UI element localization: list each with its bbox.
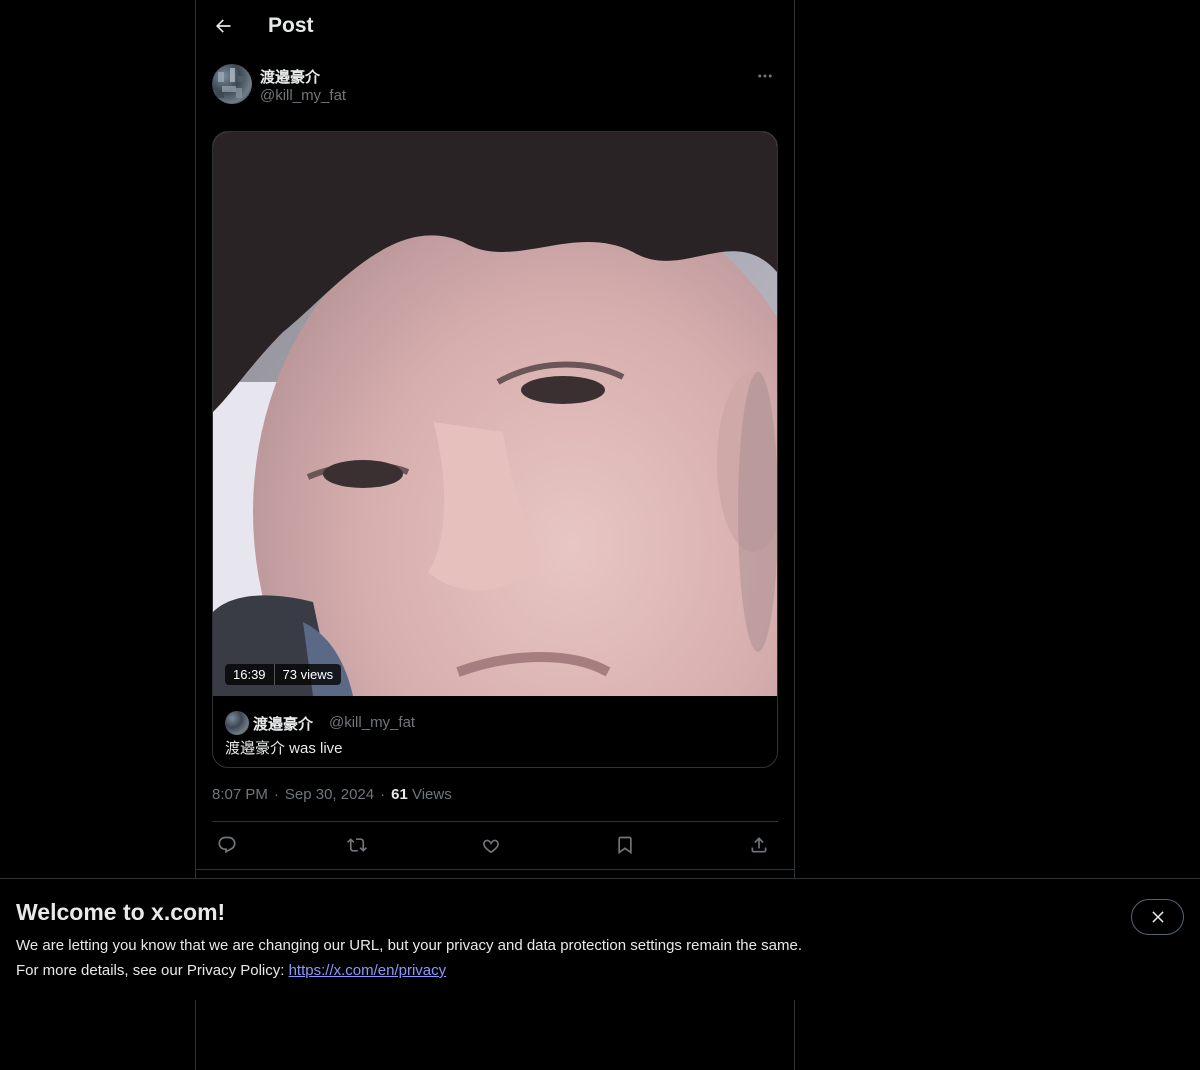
views-count: 61 <box>391 786 408 803</box>
views-badge: 73 views <box>274 664 342 685</box>
share-icon <box>751 837 767 853</box>
post-author: 渡邉豪介 @kill_my_fat <box>212 64 780 108</box>
post-metadata: 8:07 PM · Sep 30, 2024 · 61 Views <box>212 786 452 803</box>
post-date[interactable]: Sep 30, 2024 <box>285 786 374 803</box>
like-button[interactable] <box>476 830 506 860</box>
avatar[interactable] <box>212 64 252 104</box>
banner-privacy-line: For more details, see our Privacy Policy… <box>16 962 446 979</box>
banner-message: We are letting you know that we are chan… <box>16 937 802 954</box>
heart-icon <box>483 839 499 854</box>
video-badges: 16:39 73 views <box>225 664 342 685</box>
banner-privacy-prefix: For more details, see our Privacy Policy… <box>16 962 289 979</box>
close-banner-button[interactable] <box>1131 899 1184 935</box>
live-broadcast-card[interactable]: 16:39 73 views 渡邉豪介 @kill_my_fat 渡邉豪介 wa… <box>212 131 778 768</box>
video-thumbnail[interactable]: 16:39 73 views <box>213 132 777 696</box>
more-button[interactable] <box>750 64 780 88</box>
divider <box>196 869 794 870</box>
bookmark-icon <box>618 836 632 855</box>
author-handle[interactable]: @kill_my_fat <box>260 87 346 104</box>
repost-icon <box>347 838 367 852</box>
reply-button[interactable] <box>212 830 242 860</box>
more-horizontal-icon <box>758 74 772 78</box>
repost-button[interactable] <box>342 830 372 860</box>
card-author-name: 渡邉豪介 <box>253 716 314 733</box>
page-title: Post <box>268 14 314 37</box>
bookmark-button[interactable] <box>610 830 640 860</box>
card-avatar <box>225 711 249 735</box>
post-header: Post <box>196 0 794 53</box>
post-time[interactable]: 8:07 PM <box>212 786 268 803</box>
back-button[interactable] <box>206 9 240 43</box>
card-author: 渡邉豪介 @kill_my_fat <box>225 710 765 735</box>
card-text: 渡邉豪介 was live <box>225 740 343 757</box>
separator: · <box>380 786 386 803</box>
card-author-handle: @kill_my_fat <box>329 714 416 731</box>
privacy-policy-link[interactable]: https://x.com/en/privacy <box>289 962 447 979</box>
reply-icon <box>218 836 236 854</box>
close-icon <box>1151 911 1164 923</box>
welcome-banner: Welcome to x.com! We are letting you kno… <box>0 878 1200 1000</box>
duration-badge: 16:39 <box>225 664 275 685</box>
views-label: Views <box>411 786 452 803</box>
arrow-left-icon <box>215 19 231 33</box>
author-name[interactable]: 渡邉豪介 <box>260 66 320 87</box>
banner-title: Welcome to x.com! <box>16 899 226 925</box>
separator: · <box>273 786 279 803</box>
post-actions <box>212 830 778 860</box>
share-button[interactable] <box>744 830 774 860</box>
divider <box>212 821 778 822</box>
